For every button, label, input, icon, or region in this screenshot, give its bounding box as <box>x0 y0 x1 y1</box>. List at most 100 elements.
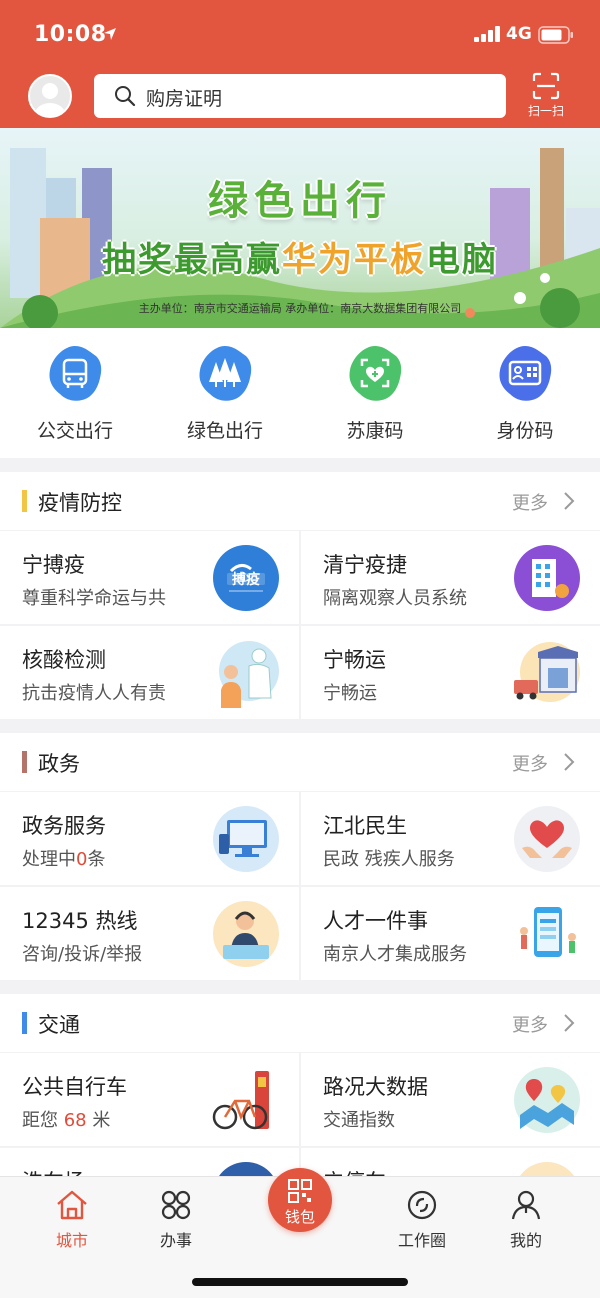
banner-title: 绿色出行 <box>208 178 392 224</box>
chevron-right-icon[interactable] <box>562 752 576 772</box>
section-header-epidemic: 疫情防控 更多 <box>0 472 600 530</box>
banner-subtitle: 抽奖最高赢华为平板电脑 <box>0 232 600 281</box>
banner-sponsor: 主办单位：南京市交通运输局 承办单位：南京大数据集团有限公司 <box>138 302 462 315</box>
card-title: 公共自行车 <box>22 1075 127 1099</box>
search-bar[interactable]: 购房证明 <box>94 74 506 118</box>
section-title: 交通 <box>38 1013 80 1037</box>
section-header-traffic: 交通 更多 <box>0 994 600 1052</box>
card-subtitle-post: 条 <box>87 849 106 870</box>
svg-text:搏疫: 搏疫 <box>232 571 260 588</box>
heart-hands-icon <box>514 806 580 872</box>
section-title: 政务 <box>38 752 80 776</box>
nav-affairs[interactable]: 办事 <box>126 1189 226 1251</box>
card-talent[interactable]: 人才一件事 南京人才集成服务 <box>301 887 600 980</box>
computer-icon <box>213 806 279 872</box>
banner-subtitle-highlight: 华为平板 <box>282 240 426 280</box>
id-code-icon <box>496 344 554 402</box>
card-traffic-data[interactable]: 路况大数据 交通指数 <box>301 1053 600 1146</box>
quick-link-id-code[interactable]: 身份码 <box>450 344 600 443</box>
status-bar: 10:08 4G <box>0 0 600 68</box>
section-header-gov: 政务 更多 <box>0 733 600 791</box>
user-avatar[interactable] <box>28 74 72 118</box>
card-subtitle: 宁畅运 <box>323 683 377 704</box>
card-subtitle-pre: 处理中 <box>22 849 76 870</box>
more-link[interactable]: 更多 <box>512 489 548 515</box>
card-subtitle: 距您 68 米 <box>22 1106 110 1132</box>
card-hotline[interactable]: 12345 热线 咨询/投诉/举报 <box>0 887 299 980</box>
more-link[interactable]: 更多 <box>512 750 548 776</box>
cold-chain-truck-icon <box>514 642 580 702</box>
pending-count: 0 <box>76 849 88 870</box>
scan-label: 扫一扫 <box>527 104 564 118</box>
card-subtitle: 咨询/投诉/举报 <box>22 944 143 965</box>
hotline-agent-icon <box>213 901 279 967</box>
nav-work-circle[interactable]: 工作圈 <box>372 1189 472 1251</box>
card-ningboyi[interactable]: 宁搏疫 尊重科学命运与共 搏疫 <box>0 531 299 624</box>
banner-subtitle-part1: 抽奖最高赢 <box>102 240 282 280</box>
search-icon <box>115 86 136 107</box>
banner-subtitle-part3: 电脑 <box>426 240 498 280</box>
bicycle-icon <box>212 1071 269 1130</box>
card-subtitle: 抗击疫情人人有责 <box>22 683 166 704</box>
bus-icon <box>46 344 104 402</box>
location-arrow-icon <box>104 28 116 40</box>
trees-icon <box>196 344 254 402</box>
quick-link-label: 身份码 <box>496 420 554 442</box>
card-title: 江北民生 <box>323 814 407 838</box>
status-time: 10:08 <box>34 22 107 47</box>
nav-city[interactable]: 城市 <box>22 1189 122 1251</box>
search-placeholder: 购房证明 <box>146 88 223 110</box>
card-title: 12345 热线 <box>22 909 138 933</box>
building-icon <box>514 545 580 611</box>
section-marker <box>22 1012 27 1034</box>
battery-icon <box>538 26 573 44</box>
card-subtitle-pre: 距您 <box>22 1110 64 1131</box>
card-title: 清宁疫捷 <box>323 553 407 577</box>
scan-icon <box>532 72 560 100</box>
card-title: 核酸检测 <box>22 648 106 672</box>
qr-code-icon <box>288 1179 312 1203</box>
grid-icon <box>161 1190 191 1220</box>
card-jiangbei[interactable]: 江北民生 民政 残疾人服务 <box>301 792 600 885</box>
more-link[interactable]: 更多 <box>512 1011 548 1037</box>
nav-label: 钱包 <box>284 1208 315 1226</box>
map-pins-icon <box>514 1067 580 1133</box>
quick-links: 公交出行 绿色出行 苏康码 身份码 <box>0 328 600 458</box>
chat-circle-icon <box>407 1190 437 1220</box>
card-nucleic-test[interactable]: 核酸检测 抗击疫情人人有责 <box>0 626 299 719</box>
card-ningchangyun[interactable]: 宁畅运 宁畅运 <box>301 626 600 719</box>
nav-wallet[interactable]: 钱包 <box>268 1168 332 1244</box>
nav-label: 我的 <box>509 1231 542 1250</box>
card-gov-service[interactable]: 政务服务 处理中0条 <box>0 792 299 885</box>
nav-mine[interactable]: 我的 <box>476 1189 576 1251</box>
card-title: 宁搏疫 <box>22 553 85 577</box>
card-title: 人才一件事 <box>323 909 428 933</box>
quick-link-label: 公交出行 <box>36 420 113 442</box>
nav-label: 工作圈 <box>397 1231 446 1250</box>
wallet-button-bg: 钱包 <box>268 1168 332 1232</box>
user-icon <box>511 1190 541 1220</box>
nav-label: 办事 <box>159 1231 192 1250</box>
promo-banner[interactable]: 绿色出行 抽奖最高赢华为平板电脑 主办单位：南京市交通运输局 承办单位：南京大数… <box>0 128 600 328</box>
card-subtitle: 民政 残疾人服务 <box>323 849 455 870</box>
card-public-bike[interactable]: 公共自行车 距您 68 米 <box>0 1053 299 1146</box>
card-subtitle-post: 米 <box>86 1110 111 1131</box>
chevron-right-icon[interactable] <box>562 491 576 511</box>
scan-button[interactable]: 扫一扫 <box>522 72 570 122</box>
quick-link-health-code[interactable]: 苏康码 <box>300 344 450 443</box>
card-title: 政务服务 <box>22 814 106 838</box>
section-marker <box>22 490 27 512</box>
network-label: 4G <box>506 24 532 44</box>
app-header: 10:08 4G 购房证明 扫一扫 <box>0 0 600 128</box>
chevron-right-icon[interactable] <box>562 1013 576 1033</box>
card-qingning[interactable]: 清宁疫捷 隔离观察人员系统 <box>301 531 600 624</box>
section-marker <box>22 751 27 773</box>
quick-link-bus[interactable]: 公交出行 <box>0 344 150 443</box>
home-icon <box>57 1190 87 1220</box>
card-title: 宁畅运 <box>323 648 386 672</box>
quick-link-green[interactable]: 绿色出行 <box>150 344 300 443</box>
health-code-icon <box>346 344 404 402</box>
card-subtitle: 尊重科学命运与共 <box>22 588 166 609</box>
quick-link-label: 绿色出行 <box>186 420 263 442</box>
section-title: 疫情防控 <box>38 491 122 515</box>
